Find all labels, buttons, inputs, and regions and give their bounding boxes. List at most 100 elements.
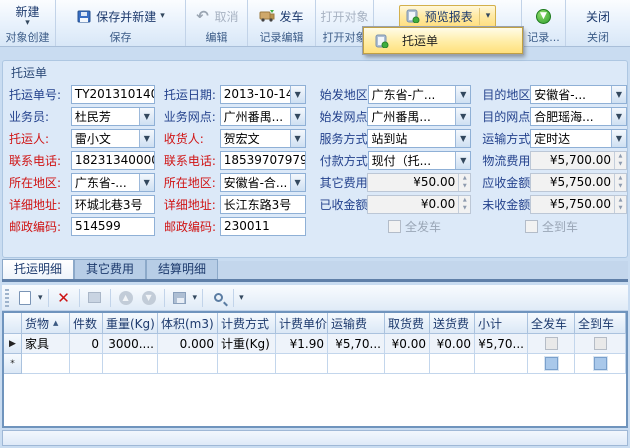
cell-transport-fee[interactable]: ¥5,70... [328, 334, 385, 354]
spinner-arrows-icon: ▲▼ [458, 196, 470, 213]
chevron-down-icon[interactable]: ▼ [611, 86, 626, 103]
search-button[interactable] [208, 288, 228, 308]
checkbox-label: 全到车 [542, 218, 578, 235]
consignor-region-dropdown[interactable]: 广东省-...▼ [71, 173, 155, 192]
col-billing-mode[interactable]: 计费方式 [218, 313, 276, 334]
consignee-region-dropdown[interactable]: 安徽省-合...▼ [220, 173, 306, 192]
field-label: 托运日期: [164, 86, 220, 103]
form-row: 邮政编码: 514599 邮政编码: 230011 全发车 全到车 [3, 215, 627, 237]
form-row: 业务员: 杜民芳▼ 业务网点: 广州番禺...▼ 始发网点: 广州番禺...▼ … [3, 105, 627, 127]
col-all-dispatched[interactable]: 全发车 [528, 313, 575, 334]
all-arrived-checkbox [525, 220, 538, 233]
cancel-label: 取消 [215, 8, 239, 25]
cell-all-arrived[interactable] [575, 334, 626, 354]
cell-weight[interactable]: 3000.... [103, 334, 158, 354]
consignor-dropdown[interactable]: 雷小文▼ [71, 129, 155, 148]
grid-footer-bar [2, 430, 628, 446]
detail-view-button [85, 288, 105, 308]
consignor-phone-input[interactable]: 18231340000 [71, 151, 155, 170]
col-pickup-fee[interactable]: 取货费 [385, 313, 430, 334]
col-volume[interactable]: 体积(m3) [158, 313, 218, 334]
cell-unit-price[interactable]: ¥1.90 [276, 334, 328, 354]
chevron-down-icon[interactable]: ▼ [139, 174, 154, 191]
new-button[interactable]: 新建 ▾ [9, 3, 45, 30]
field-label-required: 邮政编码: [9, 218, 71, 235]
consignee-zip-input[interactable]: 230011 [220, 217, 306, 236]
col-transport-fee[interactable]: 运输费 [328, 313, 385, 334]
chevron-down-icon[interactable]: ▼ [611, 130, 626, 147]
chevron-down-icon[interactable]: ▾ [25, 19, 30, 27]
row-selector-header [4, 313, 22, 334]
ship-date-dropdown[interactable]: 2013-10-14▼ [220, 85, 306, 104]
chevron-down-icon[interactable]: ▼ [455, 130, 470, 147]
delete-row-button[interactable]: ✕ [54, 288, 74, 308]
toolbar-overflow-icon[interactable]: ▾ [239, 294, 244, 302]
chevron-down-icon[interactable]: ▼ [455, 86, 470, 103]
consignee-phone-input[interactable]: 18539707979 [220, 151, 306, 170]
chevron-down-icon[interactable]: ▼ [139, 130, 154, 147]
consignment-no-input[interactable]: TY201310140 [71, 85, 155, 104]
new-row[interactable]: * [4, 354, 626, 374]
chevron-down-icon[interactable]: ▾ [160, 12, 165, 20]
tab-settlement-detail[interactable]: 结算明细 [146, 259, 218, 279]
col-weight[interactable]: 重量(Kg) [103, 313, 158, 334]
ribbon-group-create: 新建 ▾ 对象创建 [0, 0, 56, 46]
transport-mode-dropdown[interactable]: 定时达▼ [530, 129, 627, 148]
service-mode-dropdown[interactable]: 站到站▼ [367, 129, 471, 148]
chevron-down-icon[interactable]: ▼ [290, 174, 305, 191]
col-all-arrived[interactable]: 全到车 [575, 313, 626, 334]
origin-region-dropdown[interactable]: 广东省-广...▼ [368, 85, 472, 104]
spinner-arrows-icon[interactable]: ▲▼ [614, 152, 626, 169]
salesperson-dropdown[interactable]: 杜民芳▼ [71, 107, 155, 126]
business-outlet-dropdown[interactable]: 广州番禺...▼ [220, 107, 306, 126]
chevron-down-icon[interactable]: ▼ [290, 86, 305, 103]
search-icon [214, 293, 223, 302]
consignee-address-input[interactable]: 长江东路3号 [220, 195, 306, 214]
logistics-fee-spinner[interactable]: ¥5,700.00▲▼ [530, 151, 627, 170]
chevron-down-icon[interactable]: ▾ [38, 294, 43, 302]
cell-subtotal[interactable]: ¥5,70... [475, 334, 528, 354]
dest-region-dropdown[interactable]: 安徽省-...▼ [530, 85, 627, 104]
menu-item-consignment-note[interactable]: 托运单 [402, 32, 438, 49]
col-pieces[interactable]: 件数 [70, 313, 103, 334]
cell-volume[interactable]: 0.000 [158, 334, 218, 354]
consignee-dropdown[interactable]: 贺宏文▼ [220, 129, 306, 148]
field-label: 运输方式: [482, 130, 530, 147]
dest-outlet-dropdown[interactable]: 合肥瑶海...▼ [530, 107, 627, 126]
col-unit-price[interactable]: 计费单价 [276, 313, 328, 334]
form-icon [88, 292, 101, 303]
export-button[interactable] [170, 288, 190, 308]
chevron-down-icon[interactable]: ▼ [455, 108, 470, 125]
chevron-down-icon[interactable]: ▼ [290, 130, 305, 147]
chevron-down-icon[interactable]: ▼ [455, 152, 470, 169]
toolbar-grip[interactable] [5, 289, 9, 307]
payment-mode-dropdown[interactable]: 现付（托...▼ [368, 151, 472, 170]
chevron-down-icon[interactable]: ▼ [290, 108, 305, 125]
chevron-down-icon[interactable]: ▾ [486, 12, 491, 20]
chevron-down-icon[interactable]: ▼ [139, 108, 154, 125]
tab-other-fees[interactable]: 其它费用 [74, 259, 146, 279]
dispatch-button[interactable]: 发车 [253, 5, 309, 28]
preview-report-button[interactable]: 预览报表 ▾ [399, 5, 497, 28]
save-and-new-button[interactable]: 保存并新建 ▾ [70, 5, 171, 28]
cell-billing-mode[interactable]: 计重(Kg) [218, 334, 276, 354]
chevron-down-icon[interactable]: ▼ [611, 108, 626, 125]
col-goods[interactable]: 货物▲ [22, 313, 70, 334]
cell-all-dispatched[interactable] [528, 334, 575, 354]
ribbon-group-close: 关闭 关闭 [566, 0, 630, 46]
chevron-down-icon[interactable]: ▾ [193, 294, 198, 302]
cell-goods[interactable]: 家具 [22, 334, 70, 354]
cell-pickup-fee[interactable]: ¥0.00 [385, 334, 430, 354]
cell-delivery-fee[interactable]: ¥0.00 [430, 334, 475, 354]
close-button[interactable]: 关闭 [580, 5, 616, 28]
origin-outlet-dropdown[interactable]: 广州番禺...▼ [367, 107, 471, 126]
add-row-button[interactable] [15, 288, 35, 308]
col-delivery-fee[interactable]: 送货费 [430, 313, 475, 334]
cell-pieces[interactable]: 0 [70, 334, 103, 354]
col-subtotal[interactable]: 小计 [475, 313, 528, 334]
tab-shipping-detail[interactable]: 托运明细 [2, 259, 74, 279]
consignor-address-input[interactable]: 环城北巷3号 [71, 195, 155, 214]
table-row[interactable]: ▶ 家具 0 3000.... 0.000 计重(Kg) ¥1.90 ¥5,70… [4, 334, 626, 354]
record-action-button[interactable]: ▼ [530, 6, 557, 27]
consignor-zip-input[interactable]: 514599 [71, 217, 155, 236]
